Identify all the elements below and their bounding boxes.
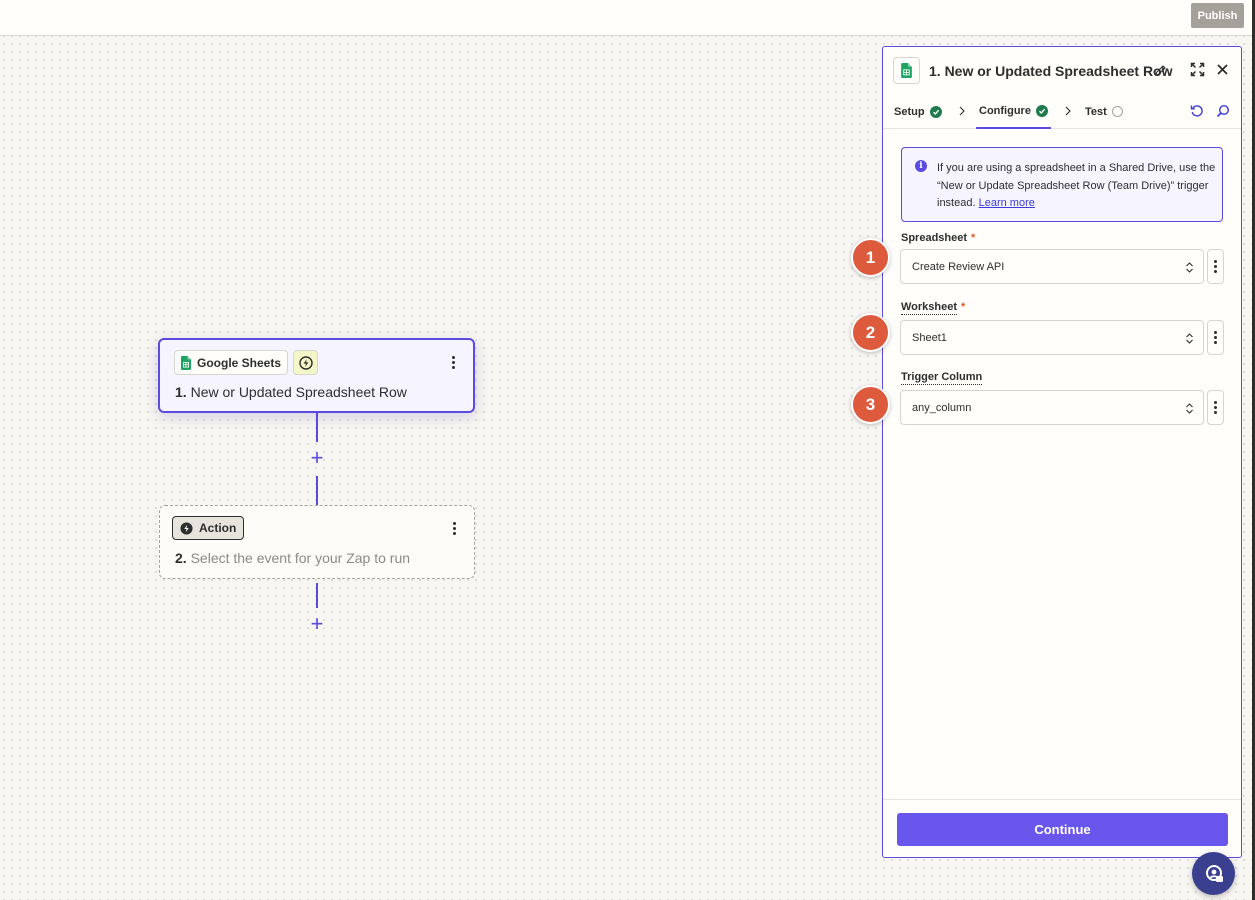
connector-line [316, 476, 318, 505]
step-editor-panel: 1. New or Updated Spreadsheet Row Setup … [882, 46, 1242, 858]
help-chat-button[interactable] [1192, 852, 1235, 895]
worksheet-select[interactable]: Sheet1 [900, 320, 1204, 355]
tab-setup[interactable]: Setup [894, 95, 942, 128]
spreadsheet-value: Create Review API [912, 260, 1005, 273]
action-step-label: Select the event for your Zap to run [190, 550, 411, 566]
step-marker-3: 3 [851, 385, 890, 424]
worksheet-value: Sheet1 [912, 331, 947, 344]
tab-configure-label: Configure [979, 105, 1031, 117]
google-sheets-icon [181, 355, 191, 370]
select-arrows-icon [1186, 403, 1193, 414]
check-circle-icon [1035, 105, 1048, 117]
bolt-icon [180, 521, 193, 535]
panel-app-badge [893, 57, 920, 84]
trigger-more-options-icon[interactable] [445, 351, 461, 373]
app-name-label: Google Sheets [197, 355, 282, 370]
shared-drive-notice: i If you are using a spreadsheet in a Sh… [901, 147, 1223, 222]
trigger-column-more-options[interactable] [1207, 390, 1224, 425]
select-arrows-icon [1186, 262, 1193, 273]
trigger-step-card[interactable]: Google Sheets 1. New or Updated Spreadsh… [158, 338, 475, 413]
trigger-column-label-text: Trigger Column [901, 371, 983, 385]
google-sheets-icon [901, 63, 912, 78]
step-marker-2: 2 [851, 313, 890, 352]
panel-title: 1. New or Updated Spreadsheet Row [929, 63, 1173, 79]
spreadsheet-more-options[interactable] [1207, 249, 1224, 284]
pencil-icon[interactable] [1154, 64, 1167, 77]
required-marker: * [971, 232, 976, 244]
pending-circle-icon [1111, 106, 1123, 117]
notice-text: If you are using a spreadsheet in a Shar… [937, 160, 1217, 213]
publish-button[interactable]: Publish [1191, 3, 1244, 28]
trigger-column-field-label: Trigger Column [901, 371, 983, 385]
tab-test[interactable]: Test [1085, 95, 1123, 128]
chevron-right-icon [959, 106, 965, 116]
trigger-step-number: 1. [175, 384, 187, 400]
help-chat-icon [1205, 864, 1223, 882]
action-step-number: 2. [175, 550, 187, 566]
continue-button[interactable]: Continue [897, 813, 1228, 846]
action-chip: Action [172, 516, 245, 540]
worksheet-field-label: Worksheet * [901, 301, 966, 315]
action-chip-label: Action [199, 521, 237, 535]
chevron-right-icon [1065, 106, 1071, 116]
trigger-column-value: any_column [912, 401, 972, 414]
undo-icon[interactable] [1190, 104, 1204, 118]
spreadsheet-label-text: Spreadsheet [901, 232, 968, 244]
required-marker: * [961, 301, 966, 313]
info-icon: i [915, 160, 927, 172]
connector-line [316, 413, 318, 442]
app-chip: Google Sheets [174, 350, 289, 375]
expand-icon[interactable] [1190, 62, 1205, 77]
close-icon[interactable] [1216, 63, 1229, 76]
action-step-card[interactable]: Action 2. Select the event for your Zap … [159, 505, 475, 579]
check-circle-icon [929, 105, 942, 118]
top-bar: Publish [0, 0, 1255, 36]
search-icon[interactable] [1216, 104, 1230, 118]
action-more-options-icon[interactable] [446, 517, 462, 539]
spreadsheet-select[interactable]: Create Review API [900, 249, 1204, 284]
add-step-button[interactable]: + [307, 447, 327, 469]
add-step-button[interactable]: + [307, 613, 327, 635]
tab-setup-label: Setup [894, 105, 925, 118]
select-arrows-icon [1186, 333, 1193, 344]
connector-line [316, 583, 318, 608]
trigger-step-label: New or Updated Spreadsheet Row [190, 384, 407, 400]
panel-header: 1. New or Updated Spreadsheet Row [883, 47, 1241, 95]
spreadsheet-field-label: Spreadsheet * [901, 232, 975, 244]
action-step-title: 2. Select the event for your Zap to run [175, 550, 410, 566]
bolt-icon [298, 355, 313, 370]
step-marker-1: 1 [851, 238, 890, 277]
trigger-step-title: 1. New or Updated Spreadsheet Row [175, 384, 407, 400]
tab-configure[interactable]: Configure [976, 95, 1051, 129]
learn-more-link[interactable]: Learn more [979, 197, 1035, 209]
step-tabs: Setup Configure Test [883, 95, 1241, 129]
trigger-column-select[interactable]: any_column [900, 390, 1204, 425]
worksheet-more-options[interactable] [1207, 320, 1224, 355]
tab-test-label: Test [1085, 105, 1107, 118]
panel-footer: Continue [883, 799, 1241, 857]
trigger-type-badge [293, 350, 318, 375]
worksheet-label-text: Worksheet [901, 301, 958, 315]
